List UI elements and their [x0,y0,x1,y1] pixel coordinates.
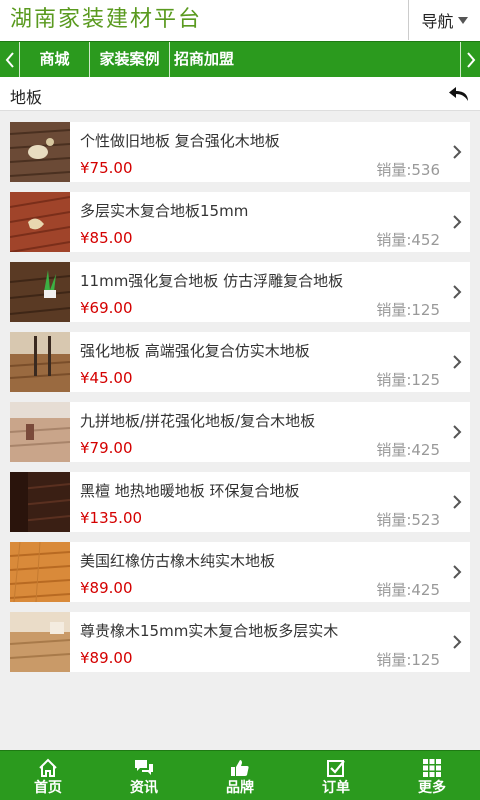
product-name: 美国红橡仿古橡木纯实木地板 [80,552,276,570]
app-header: 湖南家装建材平台 导航 [0,0,480,42]
product-thumbnail [10,542,70,602]
product-name: 九拼地板/拼花强化地板/复合木地板 [80,412,316,430]
chevron-right-icon [453,355,462,369]
product-name: 强化地板 高端强化复合仿实木地板 [80,342,310,360]
product-item[interactable]: 11mm强化复合地板 仿古浮雕复合地板 ¥69.00 销量:125 [10,262,470,322]
site-logo[interactable]: 湖南家装建材平台 [10,6,202,34]
menu-item-franchise[interactable]: 招商加盟 [170,42,238,77]
page-title-bar: 地板 [0,77,480,111]
product-sales: 销量:125 [376,651,440,669]
product-price: ¥89.00 [80,649,133,667]
chevron-right-icon [453,425,462,439]
product-thumbnail [10,262,70,322]
bottom-nav-news-label: 资讯 [130,780,158,796]
bottom-nav-more[interactable]: 更多 [384,751,480,800]
product-name: 黑檀 地热地暖地板 环保复合地板 [80,482,300,500]
bottom-nav-brands[interactable]: 品牌 [192,751,288,800]
product-sales: 销量:425 [376,441,440,459]
grid-icon [423,759,441,777]
bottom-nav: 首页 资讯 品牌 订单 更多 [0,750,480,800]
product-thumbnail [10,332,70,392]
nav-menu-label: 导航 [421,12,454,31]
product-price: ¥75.00 [80,159,133,177]
product-sales: 销量:425 [376,581,440,599]
bottom-nav-orders[interactable]: 订单 [288,751,384,800]
menu-item-shop[interactable]: 商城 [20,42,90,77]
product-price: ¥69.00 [80,299,133,317]
product-item[interactable]: 尊贵橡木15mm实木复合地板多层实木 ¥89.00 销量:125 [10,612,470,672]
product-list: 个性做旧地板 复合强化木地板 ¥75.00 销量:536 多层实木复合地板15m… [10,122,470,682]
product-name: 11mm强化复合地板 仿古浮雕复合地板 [80,272,344,290]
product-price: ¥79.00 [80,439,133,457]
menu-item-cases[interactable]: 家装案例 [90,42,170,77]
product-item[interactable]: 美国红橡仿古橡木纯实木地板 ¥89.00 销量:425 [10,542,470,602]
product-sales: 销量:125 [376,301,440,319]
product-thumbnail [10,402,70,462]
thumbs-up-icon [231,760,249,776]
chevron-left-icon [5,51,14,68]
bottom-nav-brands-label: 品牌 [226,780,254,796]
product-sales: 销量:125 [376,371,440,389]
product-thumbnail [10,612,70,672]
product-price: ¥89.00 [80,579,133,597]
bottom-nav-news[interactable]: 资讯 [96,751,192,800]
product-name: 尊贵橡木15mm实木复合地板多层实木 [80,622,339,640]
product-name: 个性做旧地板 复合强化木地板 [80,132,280,150]
caret-down-icon [457,16,468,24]
chevron-right-icon [453,495,462,509]
product-price: ¥135.00 [80,509,143,527]
menu-scroll-right-button[interactable] [460,42,480,77]
checkbox-icon [327,760,345,777]
product-item[interactable]: 强化地板 高端强化复合仿实木地板 ¥45.00 销量:125 [10,332,470,392]
product-price: ¥85.00 [80,229,133,247]
product-sales: 销量:452 [376,231,440,249]
product-price: ¥45.00 [80,369,133,387]
product-thumbnail [10,122,70,182]
chevron-right-icon [453,285,462,299]
menu-items: 商城 家装案例 招商加盟 [20,42,238,77]
product-thumbnail [10,472,70,532]
home-icon [39,758,57,777]
bottom-nav-orders-label: 订单 [322,780,350,796]
chevron-right-icon [453,145,462,159]
chevron-right-icon [453,215,462,229]
menu-scroll-left-button[interactable] [0,42,20,77]
product-sales: 销量:536 [376,161,440,179]
chat-icon [135,760,153,775]
bottom-nav-home[interactable]: 首页 [0,751,96,800]
product-item[interactable]: 多层实木复合地板15mm ¥85.00 销量:452 [10,192,470,252]
product-item[interactable]: 九拼地板/拼花强化地板/复合木地板 ¥79.00 销量:425 [10,402,470,462]
back-arrow-icon[interactable] [448,85,470,103]
bottom-nav-home-label: 首页 [34,780,62,796]
category-menu-bar: 商城 家装案例 招商加盟 [0,41,480,77]
chevron-right-icon [466,51,475,68]
product-item[interactable]: 黑檀 地热地暖地板 环保复合地板 ¥135.00 销量:523 [10,472,470,532]
bottom-nav-more-label: 更多 [418,780,446,796]
nav-menu-button[interactable]: 导航 [408,0,480,40]
product-sales: 销量:523 [376,511,440,529]
product-item[interactable]: 个性做旧地板 复合强化木地板 ¥75.00 销量:536 [10,122,470,182]
chevron-right-icon [453,635,462,649]
chevron-right-icon [453,565,462,579]
product-name: 多层实木复合地板15mm [80,202,249,220]
page-title: 地板 [10,88,43,107]
product-thumbnail [10,192,70,252]
